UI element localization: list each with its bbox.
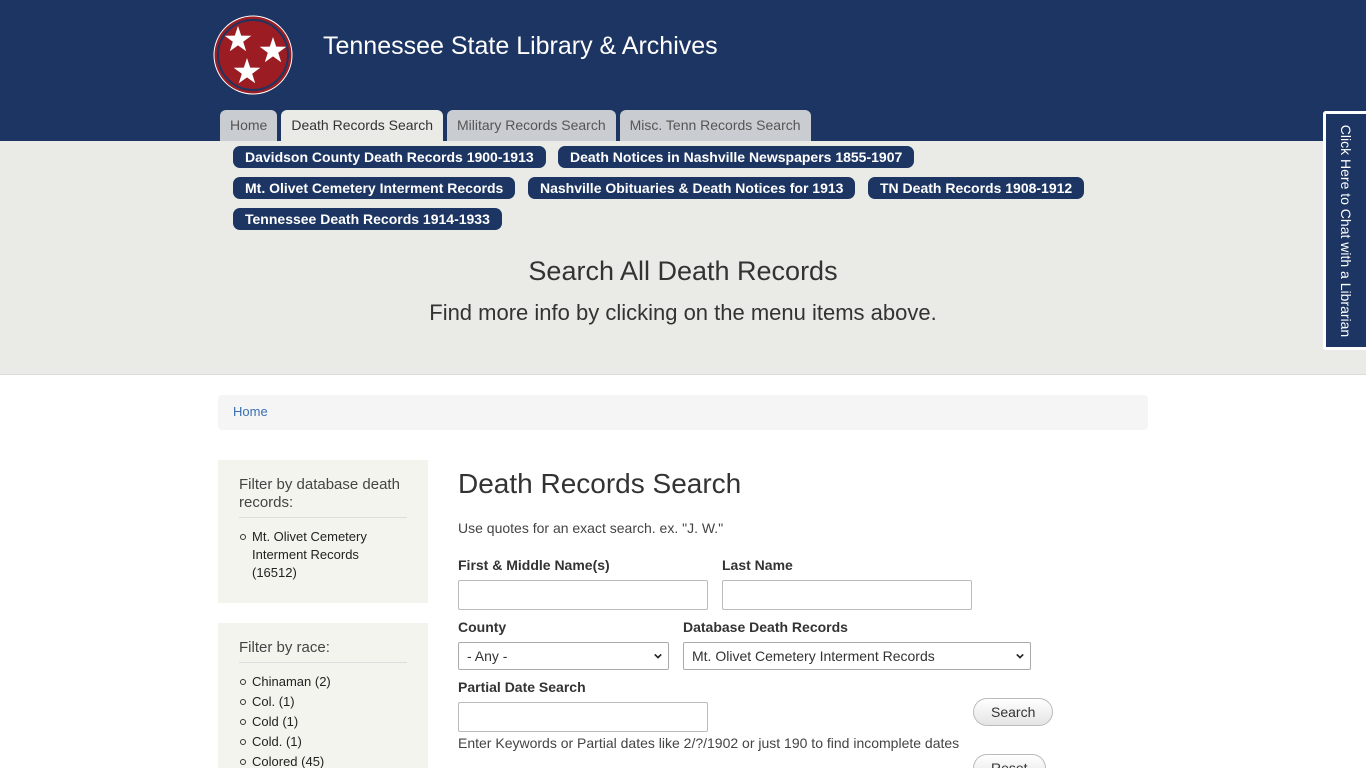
filter-database-list: Mt. Olivet Cemetery Interment Records (1… [239,528,407,582]
chevron-down-icon [654,653,662,659]
reset-button[interactable]: Reset [973,754,1046,768]
county-label: County [458,619,507,635]
breadcrumb-home-link[interactable]: Home [233,404,268,419]
chevron-down-icon [1016,653,1024,659]
filter-item[interactable]: Mt. Olivet Cemetery Interment Records (1… [239,528,407,582]
filter-database-title: Filter by database death records: [239,476,407,518]
tennessee-tristar-logo[interactable] [213,15,293,95]
partial-date-label: Partial Date Search [458,679,586,695]
tab-death-records-search[interactable]: Death Records Search [281,110,443,141]
sub-link-tennessee-death-records-1914[interactable]: Tennessee Death Records 1914-1933 [233,208,502,230]
site-title[interactable]: Tennessee State Library & Archives [323,32,718,61]
sub-link-tn-death-records-1908[interactable]: TN Death Records 1908-1912 [868,177,1085,199]
main-nav-tabs: Home Death Records Search Military Recor… [220,110,811,141]
breadcrumb: Home [218,395,1148,430]
search-hint: Use quotes for an exact search. ex. "J. … [458,520,724,536]
tab-home[interactable]: Home [220,110,278,141]
filter-item[interactable]: Colored (45) [239,753,407,768]
chat-with-librarian-button[interactable]: Click Here to Chat with a Librarian [1323,111,1366,350]
filter-item[interactable]: Cold. (1) [239,733,407,751]
filter-race-title: Filter by race: [239,639,407,663]
page-title: Death Records Search [458,468,742,499]
database-label: Database Death Records [683,619,848,635]
county-select[interactable]: - Any - [458,642,669,670]
band-subtitle: Find more info by clicking on the menu i… [429,300,937,325]
partial-date-help: Enter Keywords or Partial dates like 2/?… [458,735,960,751]
filter-item[interactable]: Col. (1) [239,693,407,711]
last-name-input[interactable] [722,580,972,610]
search-button[interactable]: Search [973,698,1054,726]
sub-link-mt-olivet[interactable]: Mt. Olivet Cemetery Interment Records [233,177,516,199]
filter-race-box: Filter by race: Chinaman (2) Col. (1) Co… [218,623,428,768]
chat-label: Click Here to Chat with a Librarian [1338,124,1354,337]
filter-item[interactable]: Chinaman (2) [239,673,407,691]
database-select[interactable]: Mt. Olivet Cemetery Interment Records [683,642,1031,670]
filter-race-list: Chinaman (2) Col. (1) Cold (1) Cold. (1)… [239,673,407,768]
sub-navigation-band: Davidson County Death Records 1900-1913 … [0,141,1366,375]
county-select-value: - Any - [467,648,508,664]
sub-link-davidson-county[interactable]: Davidson County Death Records 1900-1913 [233,146,546,168]
first-name-label: First & Middle Name(s) [458,557,610,573]
filter-item[interactable]: Cold (1) [239,713,407,731]
filter-database-box: Filter by database death records: Mt. Ol… [218,460,428,603]
tab-military-records-search[interactable]: Military Records Search [447,110,616,141]
last-name-label: Last Name [722,557,793,573]
partial-date-input[interactable] [458,702,708,732]
database-select-value: Mt. Olivet Cemetery Interment Records [692,648,935,664]
first-name-input[interactable] [458,580,708,610]
tab-misc-tenn-records-search[interactable]: Misc. Tenn Records Search [619,110,811,141]
sub-link-nashville-obituaries[interactable]: Nashville Obituaries & Death Notices for… [528,177,856,199]
sub-link-death-notices-nashville[interactable]: Death Notices in Nashville Newspapers 18… [558,146,915,168]
site-header: Tennessee State Library & Archives Home … [0,0,1366,141]
band-title: Search All Death Records [528,256,838,286]
